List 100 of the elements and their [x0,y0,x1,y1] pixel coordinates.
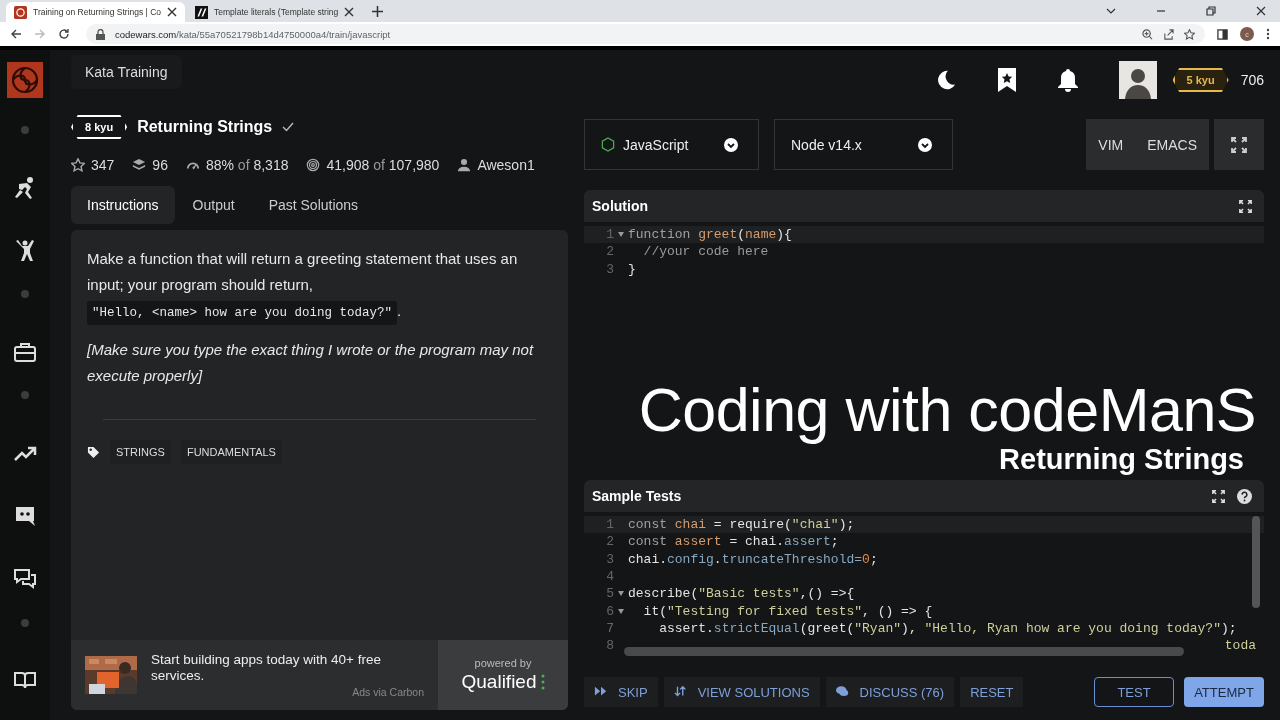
line-number: 4 [606,569,614,585]
ad-credit[interactable]: Ads via Carbon [352,686,424,698]
tab[interactable]: Output [176,186,251,224]
logo-icon[interactable] [7,62,43,98]
side-panel-icon[interactable] [1217,28,1228,40]
tab-title: Training on Returning Strings | Co [33,7,162,17]
stat-value: 88% of 8,318 [205,157,289,173]
help-icon[interactable] [1237,488,1252,504]
close-icon[interactable] [167,7,178,17]
chat-bubbles-icon[interactable] [13,567,37,592]
code-line: function greet(name){ [628,227,792,243]
tag[interactable]: FUNDAMENTALS [180,440,282,464]
lock-icon [96,28,105,40]
code-line: } [628,261,636,277]
fullscreen-button[interactable] [1214,119,1264,170]
dot-icon [21,391,29,400]
user-icon [457,158,472,172]
logo-icon [14,5,27,19]
expand-icon[interactable] [1212,489,1225,503]
action-button[interactable]: DISCUSS (76) [825,677,955,707]
section-title: Kata Training [71,55,182,89]
stack-icon [132,158,147,172]
ad-banner[interactable]: Start building apps today with 40+ free services. Ads via Carbon [71,640,438,710]
code-line: chai.config.truncateThreshold=0; [628,551,878,567]
chevron-down-icon[interactable] [1106,6,1116,16]
code-line: describe("Basic tests",() =>{ [628,586,855,602]
tab-title: Template literals (Template string [214,7,339,17]
action-button[interactable]: SKIP [584,677,658,707]
address-field[interactable]: codewars.com/kata/55a70521798b14d4750000a4/train/javascript [86,24,1205,44]
fold-icon[interactable] [618,591,624,597]
star-icon[interactable] [1184,28,1195,40]
comments-icon [835,685,850,699]
version-dropdown[interactable]: Node v14.x [774,119,953,170]
line-number: 1 [606,227,614,243]
dots-icon [540,674,545,690]
share-icon[interactable] [1163,28,1174,40]
new-tab-icon[interactable] [372,6,384,17]
paragraph: Make a function that will return a greeting statement that uses an input; your program should return, "Hello, <name> how are you doing today?" . [87,246,552,325]
expand-icon[interactable] [1239,199,1252,213]
chat-face-icon[interactable] [13,504,37,529]
restore-icon[interactable] [1206,6,1216,16]
line-number: 3 [606,261,614,277]
code-line: it("Testing for fixed tests", () => { [642,603,933,619]
line-number: 3 [606,551,614,567]
bell-icon[interactable] [1056,68,1079,92]
hexagon-logo-icon [601,137,615,152]
rank-badge: 5 kyu [1172,68,1229,92]
mode-button[interactable]: EMACS [1135,119,1209,170]
scrollbar[interactable] [1252,516,1260,608]
video-title-overlay: Coding with codeManS [638,378,1256,442]
line-number: 7 [606,620,614,636]
close-icon[interactable] [1256,6,1266,16]
line-number: 2 [606,244,614,260]
test-button[interactable]: TEST [1094,677,1174,707]
stat-value: 96 [152,157,168,173]
avatar[interactable] [1118,61,1157,99]
back-arrow-icon[interactable] [10,28,22,40]
browser-tab[interactable]: Training on Returning Strings | Co [6,2,186,22]
star-icon [71,158,85,172]
stat-value: Aweson1 [477,157,535,173]
zoom-icon[interactable] [1142,28,1153,40]
code-line: toda [1224,638,1256,654]
tag-icon [87,445,100,459]
browser-tab[interactable]: Template literals (Template string [187,2,363,22]
fold-icon[interactable] [618,232,624,238]
line-number: 1 [606,517,614,533]
attempt-button[interactable]: ATTEMPT [1184,677,1264,707]
action-button[interactable]: VIEW SOLUTIONS [663,677,820,707]
code-line: const assert = chai.assert; [628,534,839,550]
fold-icon[interactable] [618,608,624,614]
tab[interactable]: Instructions [71,186,175,224]
brand-name[interactable]: Qualified [461,671,537,693]
line-number: 8 [606,638,614,654]
tab[interactable]: Past Solutions [252,186,375,224]
stat-value: 347 [91,157,115,173]
close-icon[interactable] [344,7,355,17]
scrollbar[interactable] [624,647,1184,656]
stat-value: 41,908 of 107,980 [326,157,440,173]
dot-icon [21,126,29,134]
line-number: 6 [606,603,614,619]
line-number: 5 [606,586,614,602]
mode-button[interactable]: VIM [1086,119,1136,170]
code-line: assert.strictEqual(greet("Ryan"), "Hello, Ryan how are you doing today?"); [658,620,1237,636]
action-button[interactable]: RESET [960,677,1024,707]
bookmark-star-icon[interactable] [996,67,1017,93]
honor-score: 706 [1240,72,1264,88]
language-dropdown[interactable]: JavaScript [584,119,759,170]
video-subtitle-overlay: Returning Strings [999,442,1244,476]
code-line: //your code here [642,244,769,260]
ad-text[interactable]: Start building apps today with 40+ free services. [151,652,401,684]
reload-icon[interactable] [58,28,70,40]
dot-icon [21,290,29,299]
swap-icon [673,685,688,699]
tag[interactable]: STRINGS [110,440,171,464]
powered-by-label: powered by [474,657,532,669]
more-menu-icon[interactable] [1266,28,1270,40]
rank-badge: 8 kyu [71,115,128,139]
line-number: 2 [606,534,614,550]
panel-title: Sample Tests [592,488,682,504]
logo-icon [195,5,209,19]
